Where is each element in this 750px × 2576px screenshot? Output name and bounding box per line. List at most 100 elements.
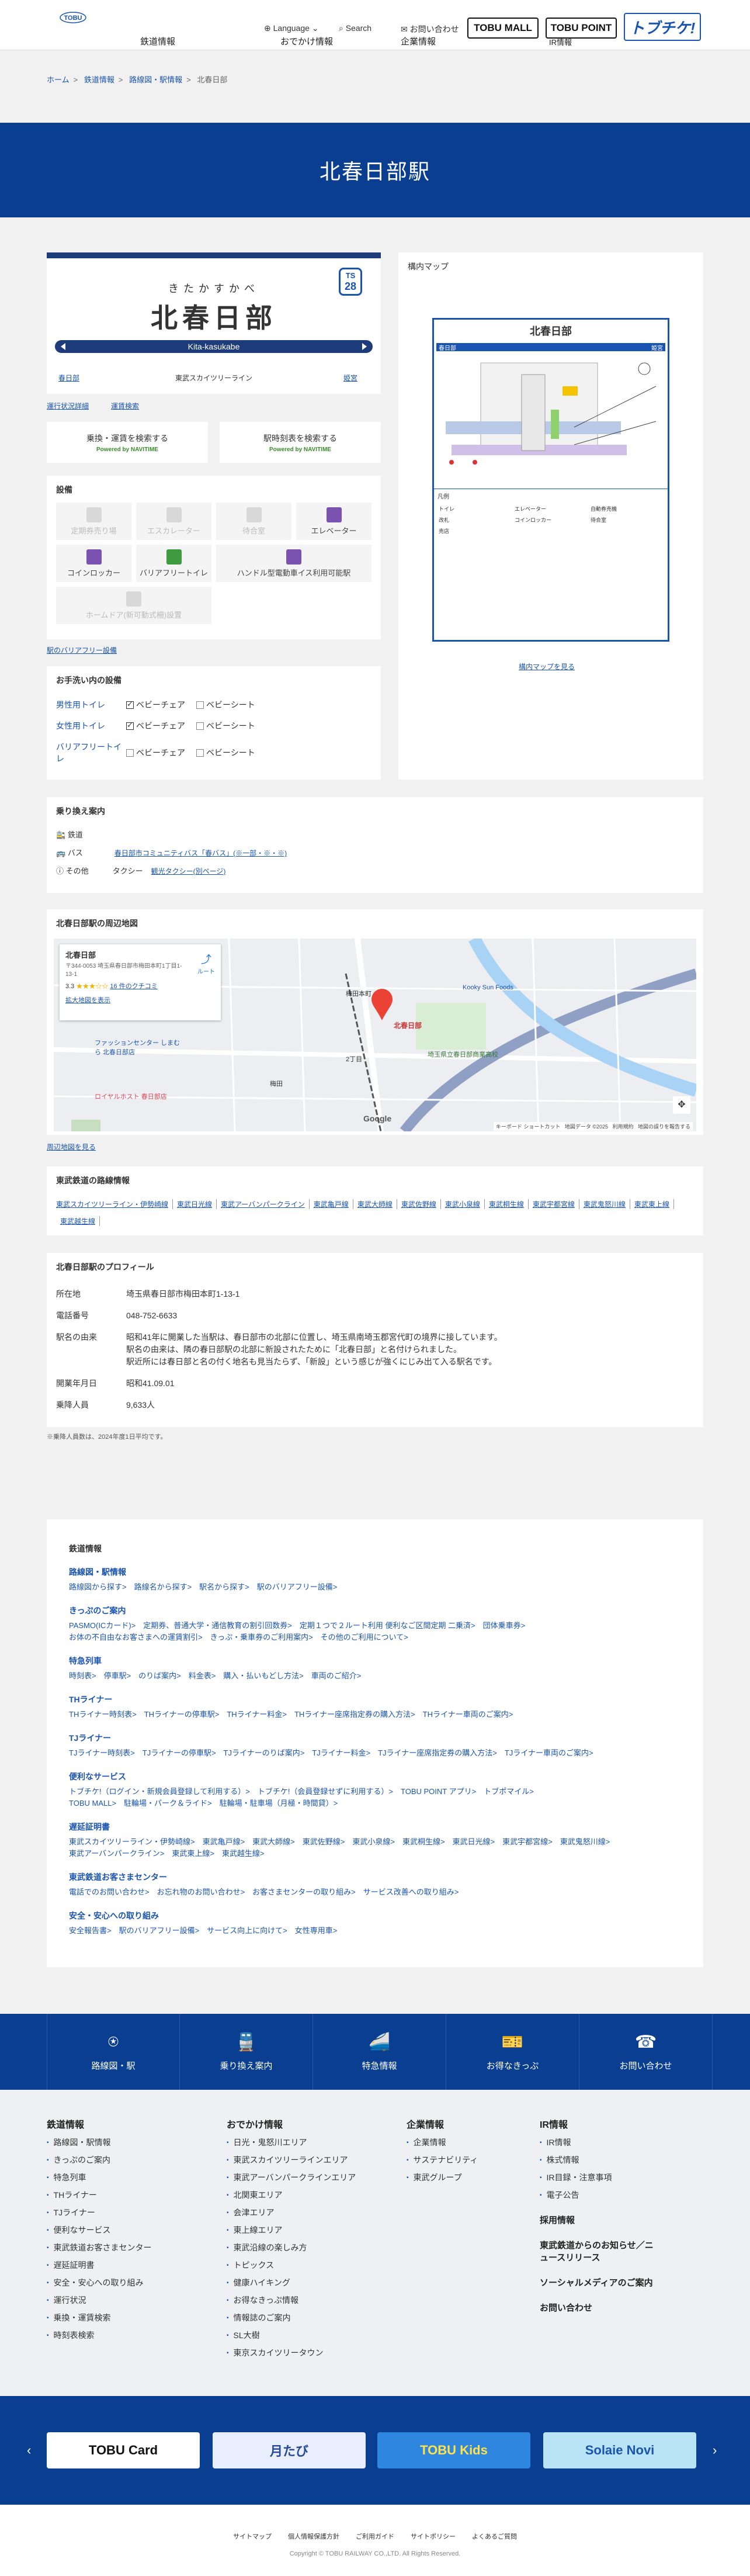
service-status-link[interactable]: 運行状況詳細 [47,401,89,411]
footer-extra-link[interactable]: ソーシャルメディアのご案内 [540,2276,657,2288]
carousel-prev-icon[interactable]: ‹ [27,2443,31,2458]
sitemap-heading[interactable]: TJライナー [69,1732,681,1744]
nav-outing[interactable]: おでかけ情報 [280,35,333,47]
quick-nav-contact[interactable]: ☎ お問い合わせ [579,2014,713,2090]
nav-railway[interactable]: 鉄道情報 [140,35,175,47]
footer-link[interactable]: お得なきっぷ情報 [227,2294,390,2306]
footer-link[interactable]: 路線図・駅情報 [47,2137,210,2148]
footer-link[interactable]: 会津エリア [227,2207,390,2218]
fare-search-button[interactable]: 乗換・運賃を検索する Powered by NAVITIME [47,422,208,463]
banner-tsukitabi[interactable]: 月たび [213,2432,366,2468]
tobu-point-button[interactable]: TOBU POINT [546,18,617,39]
sightseeing-taxi-link[interactable]: 観光タクシー(別ページ) [151,867,226,875]
quick-nav-transfer[interactable]: 🚆 乗り換え案内 [180,2014,313,2090]
sitemap-items[interactable]: トブチケ!（ログイン・新規会員登録して利用する）> トブチケ!（会員登録せずに利… [69,1786,681,1809]
sitemap-heading[interactable]: 安全・安心への取り組み [69,1910,681,1921]
footer-link[interactable]: 東京スカイツリータウン [227,2347,390,2359]
map-zoom-control[interactable]: ✥ [673,1096,690,1114]
footer-link[interactable]: THライナー [47,2189,210,2201]
timetable-search-button[interactable]: 駅時刻表を検索する Powered by NAVITIME [220,422,381,463]
search-link[interactable]: ⌕ Search [339,23,371,33]
tobu-mall-button[interactable]: TOBU MALL [467,18,539,39]
map-enlarge-link[interactable]: 拡大地図を表示 [65,995,215,1005]
footer-link[interactable]: 株式情報 [540,2154,703,2166]
footer-link[interactable]: 運行状況 [47,2294,210,2306]
route-link[interactable]: 東武亀戸線 [310,1199,353,1209]
sitemap-items[interactable]: PASMO(ICカード)> 定期券、普通大学・通信教育の割引回数券> 定期１つで… [69,1620,681,1643]
route-link[interactable]: 東武スカイツリーライン・伊勢崎線 [56,1199,173,1209]
footer-link[interactable]: 安全・安心への取り組み [47,2277,210,2288]
route-link[interactable]: 東武越生線 [56,1216,100,1226]
nearby-large-link[interactable]: 周辺地図を見る [47,1142,96,1152]
footer-extra-link[interactable]: お問い合わせ [540,2301,657,2314]
footer-link[interactable]: 健康ハイキング [227,2277,390,2288]
nav-company[interactable]: 企業情報 [401,35,436,47]
sitemap-heading[interactable]: きっぷのご案内 [69,1605,681,1616]
footer-link[interactable]: 東武沿線の楽しみ方 [227,2242,390,2253]
footer-link[interactable]: 東武スカイツリーラインエリア [227,2154,390,2166]
quick-nav-tickets[interactable]: 🎫 お得なきっぷ [446,2014,579,2090]
nav-ir[interactable]: IR情報 [549,36,572,47]
breadcrumb-home[interactable]: ホーム [47,75,70,84]
sitemap-heading[interactable]: 特急列車 [69,1655,681,1667]
sitemap-heading[interactable]: 便利なサービス [69,1771,681,1782]
footer-link[interactable]: トピックス [227,2259,390,2271]
footer-link[interactable]: 東武鉄道お客さまセンター [47,2242,210,2253]
route-link[interactable]: 東武桐生線 [485,1199,529,1209]
footer-link[interactable]: 特急列車 [47,2172,210,2183]
route-link[interactable]: 東武鬼怒川線 [579,1199,630,1209]
sitemap-items[interactable]: 時刻表> 停車駅> のりば案内> 料金表> 購入・払いもどし方法> 車両のご紹介… [69,1670,681,1682]
carousel-next-icon[interactable]: › [713,2443,717,2458]
route-link[interactable]: 東武大師線 [353,1199,397,1209]
route-link[interactable]: 東武東上線 [630,1199,674,1209]
map-route-button[interactable]: ⤴ ルート [197,951,215,975]
fare-link[interactable]: 運賃検索 [111,401,139,411]
footer-link[interactable]: きっぷのご案内 [47,2154,210,2166]
route-link[interactable]: 東武宇都宮線 [529,1199,579,1209]
breadcrumb-routes[interactable]: 路線図・駅情報 [129,75,182,84]
banner-solaie[interactable]: Solaie Novi [543,2432,696,2468]
banner-tobu-kids[interactable]: TOBU Kids [377,2432,530,2468]
sitemap-items[interactable]: THライナー時刻表> THライナーの停車駅> THライナー料金> THライナー座… [69,1709,681,1720]
bottom-link[interactable]: サイトポリシー [411,2533,456,2540]
breadcrumb-railway[interactable]: 鉄道情報 [84,75,114,84]
footer-link[interactable]: 遅延証明書 [47,2259,210,2271]
route-link[interactable]: 東武日光線 [173,1199,217,1209]
tobu-logo[interactable]: TOBU [51,8,95,27]
sitemap-items[interactable]: 電話でのお問い合わせ> お忘れ物のお問い合わせ> お客さまセンターの取り組み> … [69,1886,681,1898]
station-map-large-link[interactable]: 構内マップを見る [519,662,575,671]
bottom-link[interactable]: よくあるご質問 [472,2533,517,2540]
language-link[interactable]: ⊕ Language ⌄ [264,23,319,33]
footer-link[interactable]: SL大樹 [227,2329,390,2341]
sitemap-items[interactable]: 安全報告書> 駅のバリアフリー設備> サービス向上に向けて> 女性専用車> [69,1925,681,1937]
contact-link[interactable]: ✉ お問い合わせ [401,23,459,35]
barrier-free-link[interactable]: 駅のバリアフリー設備 [47,645,117,655]
footer-link[interactable]: 東武アーバンパークラインエリア [227,2172,390,2183]
bottom-link[interactable]: 個人情報保護方針 [288,2533,339,2540]
footer-heading[interactable]: おでかけ情報 [227,2117,390,2131]
sitemap-heading[interactable]: 東武鉄道お客さまセンター [69,1871,681,1883]
footer-heading[interactable]: 鉄道情報 [47,2117,210,2131]
sitemap-heading[interactable]: 遅延証明書 [69,1821,681,1833]
footer-heading[interactable]: IR情報 [540,2117,703,2131]
footer-link[interactable]: 日光・鬼怒川エリア [227,2137,390,2148]
route-link[interactable]: 東武小泉線 [441,1199,485,1209]
bus-link[interactable]: 春日部市コミュニティバス「春バス」(※一部・※・※) [114,849,287,857]
footer-link[interactable]: 時刻表検索 [47,2329,210,2341]
footer-extra-link[interactable]: 東武鉄道からのお知らせ／ニュースリリース [540,2239,657,2263]
banner-tobu-card[interactable]: TOBU Card [47,2432,200,2468]
footer-link[interactable]: 便利なサービス [47,2224,210,2236]
footer-link[interactable]: 電子公告 [540,2189,703,2201]
bottom-link[interactable]: サイトマップ [233,2533,272,2540]
footer-link[interactable]: 東上線エリア [227,2224,390,2236]
footer-extra-link[interactable]: 採用情報 [540,2214,657,2226]
sitemap-items[interactable]: 東武スカイツリーライン・伊勢崎線> 東武亀戸線> 東武大師線> 東武佐野線> 東… [69,1836,681,1860]
bottom-link[interactable]: ご利用ガイド [356,2533,394,2540]
footer-link[interactable]: IR情報 [540,2137,703,2148]
tobuchike-button[interactable]: トブチケ! [624,13,701,41]
station-map-image[interactable]: 北春日部 春日部 姫宮 凡例 トイレ エレベーター 自動券売機 改札 コインロッ… [432,318,669,642]
quick-nav-route-map[interactable]: ⍟ 路線図・駅 [47,2014,180,2090]
footer-link[interactable]: 情報誌のご案内 [227,2312,390,2324]
footer-link[interactable]: TJライナー [47,2207,210,2218]
sitemap-items[interactable]: 路線図から探す> 路線名から探す> 駅名から探す> 駅のバリアフリー設備> [69,1581,681,1593]
